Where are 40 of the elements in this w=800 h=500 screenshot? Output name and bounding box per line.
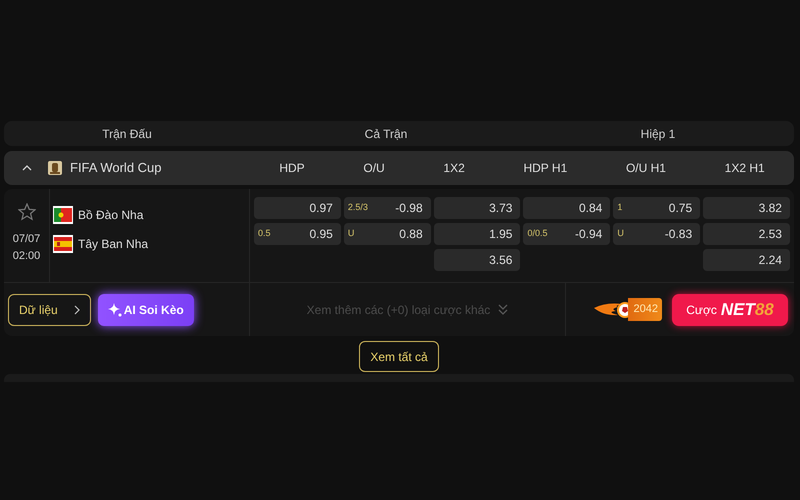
sparkle-icon [108, 302, 122, 316]
bet-button[interactable]: Cược NET88 [672, 294, 788, 326]
match-date: 07/07 [12, 232, 40, 247]
odds-button[interactable]: 3.82 [703, 197, 790, 219]
odds-button[interactable]: 2.24 [703, 249, 790, 271]
odds-button[interactable]: U 0.88 [344, 223, 431, 245]
league-name: FIFA World Cup [70, 159, 162, 178]
match-time: 02:00 [12, 248, 40, 264]
odds-button[interactable]: 0.97 [254, 197, 341, 219]
odds-button[interactable]: 3.56 [434, 249, 520, 271]
odds-button[interactable]: 0.84 [523, 197, 610, 219]
odds-button[interactable]: 2.53 [703, 223, 790, 245]
star-icon[interactable] [18, 203, 36, 221]
odds-button[interactable]: 2.5/3 -0.98 [344, 197, 431, 219]
chevron-icon [74, 304, 80, 314]
stats-button[interactable]: Dữ liệu [8, 294, 91, 326]
column-group-header: Cả Trận [364, 126, 408, 140]
chevron-icon[interactable] [22, 164, 32, 172]
team-name: Tây Ban Nha [78, 236, 148, 252]
flag-icon [53, 206, 73, 224]
column-header: 1X2 [443, 161, 465, 175]
flag-icon [53, 234, 73, 252]
odds-button[interactable]: U -0.83 [613, 223, 700, 245]
column-header: 1X2 H1 [724, 161, 765, 175]
team-name: Bồ Đào Nha [78, 206, 144, 224]
hot-count: 2042 [628, 298, 662, 321]
column-header: O/U H1 [626, 161, 666, 175]
column-group-header: Hiệp 1 [640, 126, 676, 140]
column-header: HDP [279, 161, 305, 175]
odds-button[interactable]: 0/0.5 -0.94 [523, 223, 610, 245]
column-header: O/U [363, 161, 385, 175]
ai-button[interactable]: AI Soi Kèo [98, 294, 194, 326]
odds-button[interactable]: 1.95 [434, 223, 520, 245]
odds-button[interactable]: 3.73 [434, 197, 520, 219]
column-header: Trận Đấu [102, 126, 152, 140]
column-header: HDP H1 [523, 161, 568, 175]
odds-button[interactable]: 1 0.75 [613, 197, 700, 219]
view-all-button[interactable]: Xem tất cả [359, 341, 439, 372]
double-chevron-icon[interactable] [498, 304, 508, 315]
odds-button[interactable]: 0.5 0.95 [254, 223, 341, 245]
